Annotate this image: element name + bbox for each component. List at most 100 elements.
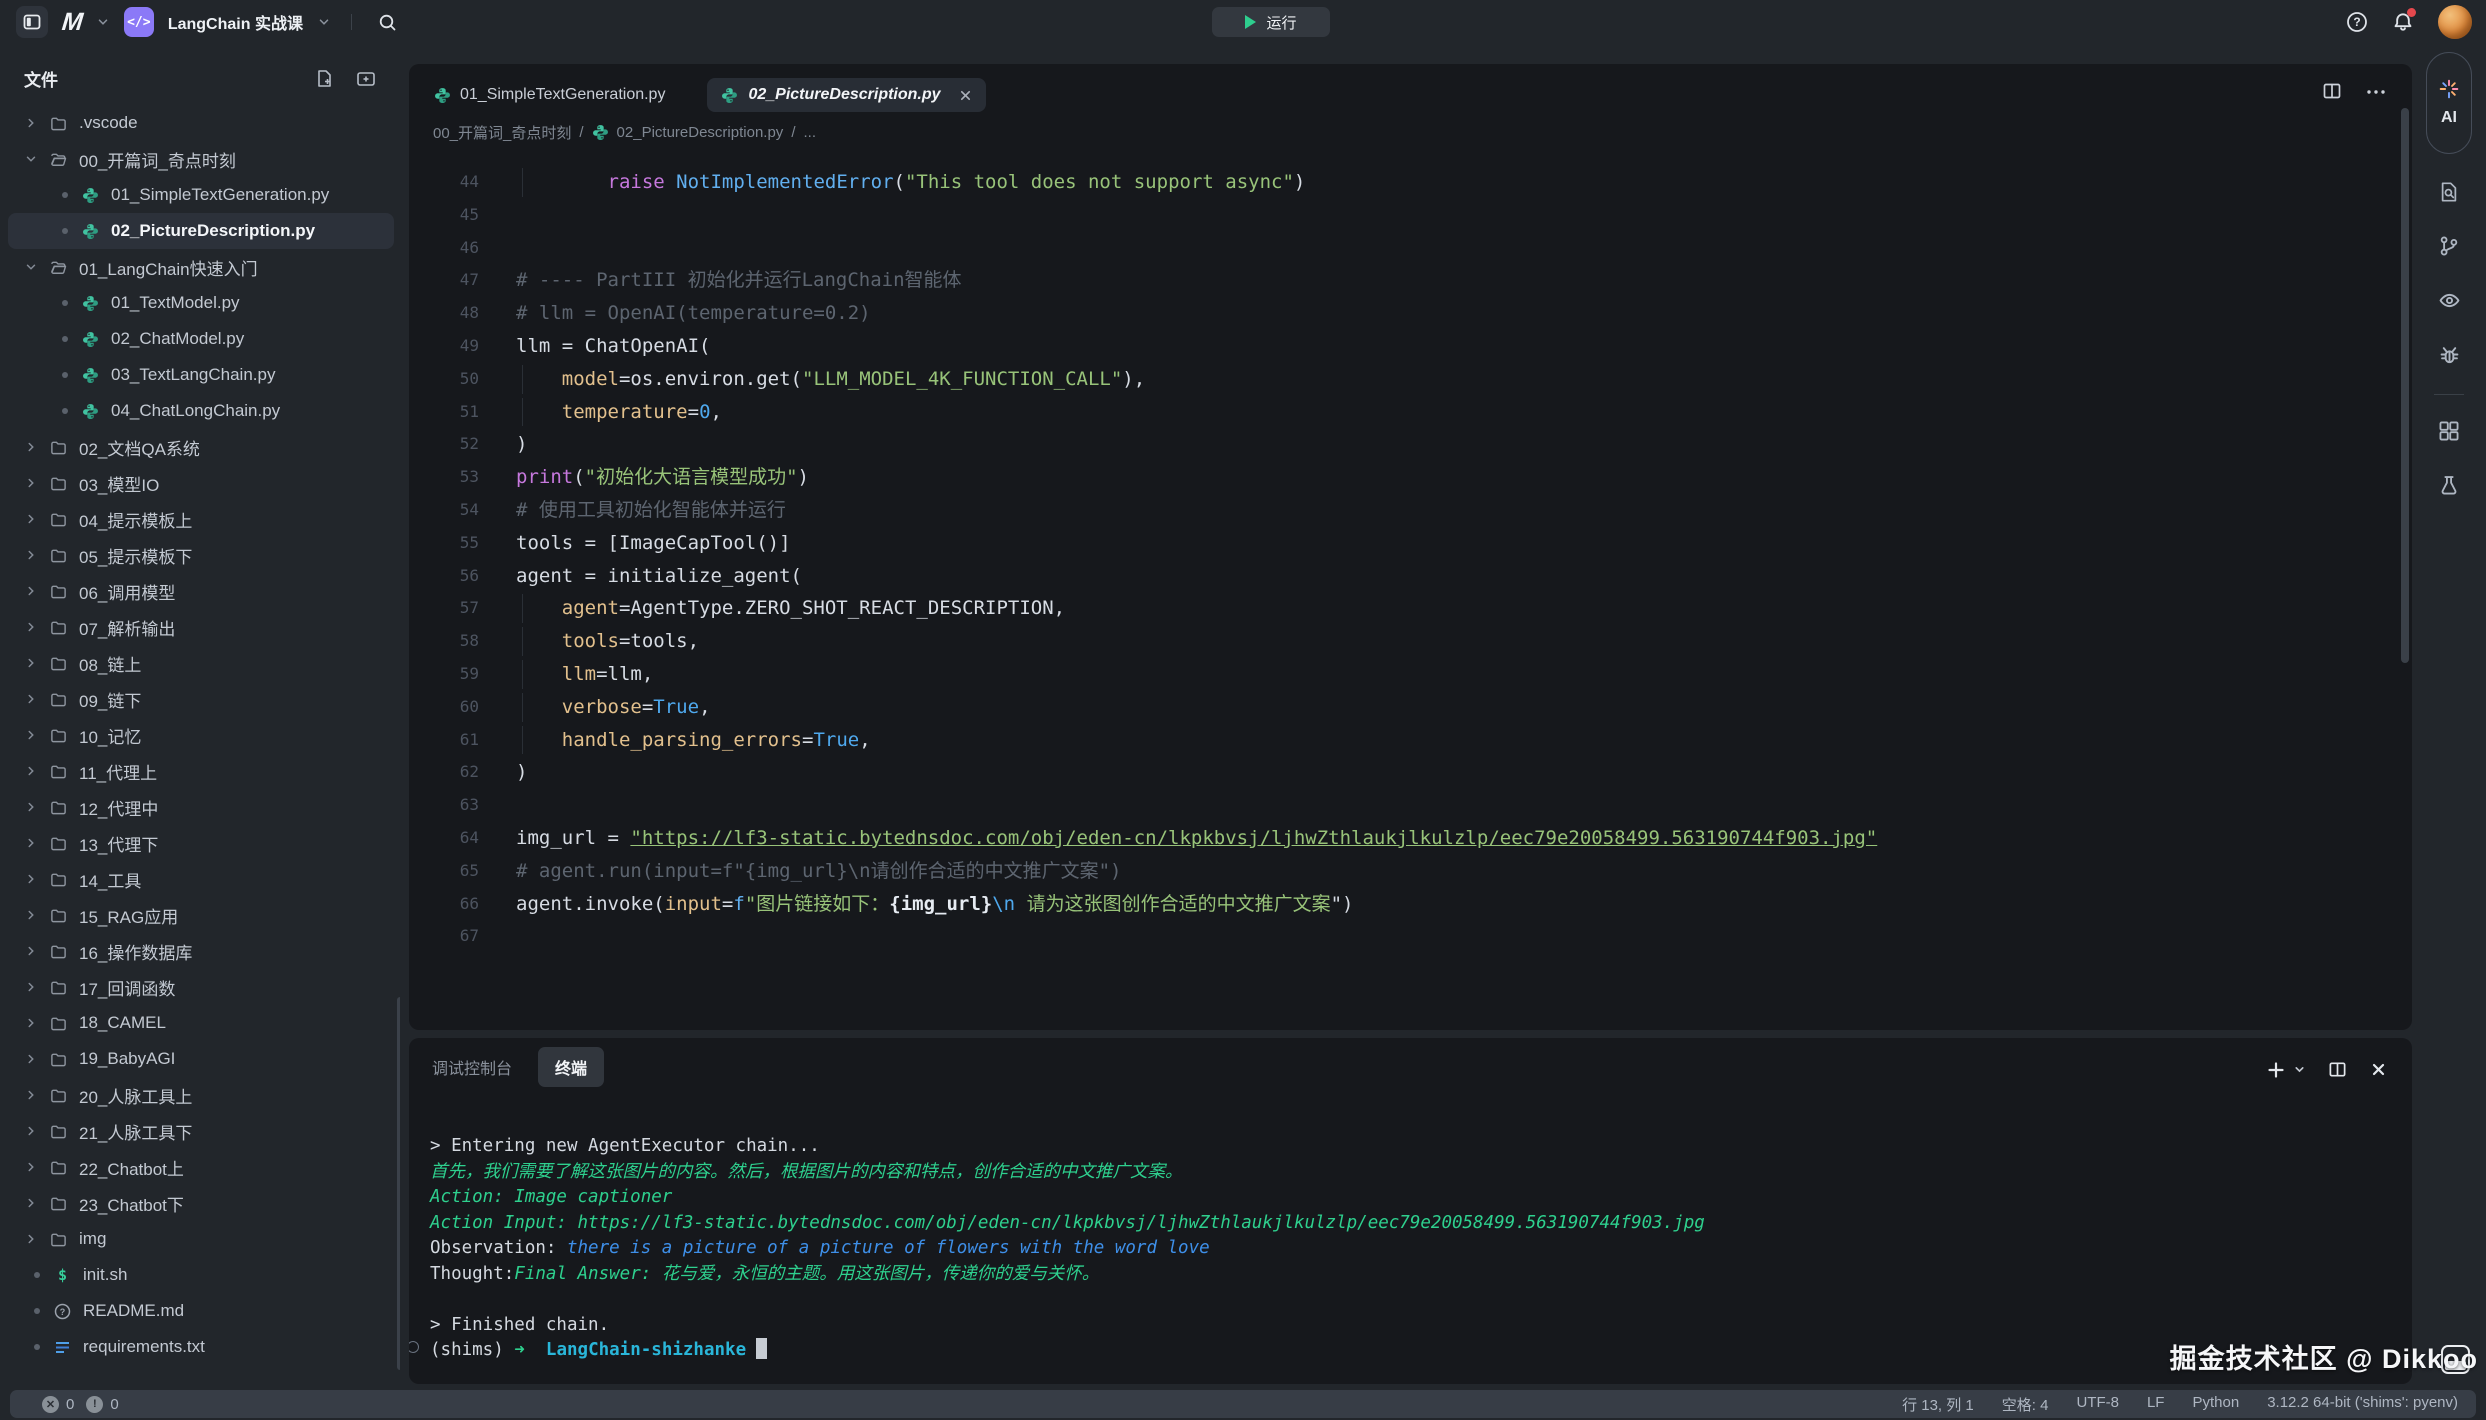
avatar[interactable] — [2438, 5, 2472, 39]
line-number[interactable]: 58 — [409, 625, 479, 658]
breadcrumb-folder[interactable]: 00_开篇词_奇点时刻 — [433, 122, 571, 143]
line-number[interactable]: 62 — [409, 756, 479, 789]
tree-folder[interactable]: 20_人脉工具上 — [0, 1077, 394, 1113]
tree-folder[interactable]: 18_CAMEL — [0, 1005, 394, 1041]
line-number[interactable]: 63 — [409, 789, 479, 822]
chevron-down-icon[interactable] — [317, 15, 331, 29]
notifications-button[interactable] — [2392, 11, 2414, 33]
tree-folder[interactable]: 09_链下 — [0, 681, 394, 717]
problems-errors[interactable]: ✕ 0 — [42, 1396, 74, 1413]
line-number[interactable]: 60 — [409, 691, 479, 724]
tree-folder[interactable]: 05_提示模板下 — [0, 537, 394, 573]
lab-button[interactable] — [2429, 465, 2469, 505]
line-number[interactable]: 64 — [409, 822, 479, 855]
code-area[interactable]: 44 raise NotImplementedError("This tool … — [409, 166, 2396, 953]
project-name[interactable]: LangChain 实战课 — [168, 10, 303, 34]
close-icon[interactable] — [959, 89, 972, 102]
tree-file[interactable]: 04_ChatLongChain.py — [0, 393, 394, 429]
line-number[interactable]: 49 — [409, 330, 479, 363]
status-item[interactable]: 3.12.2 64-bit ('shims': pyenv) — [2267, 1394, 2458, 1415]
split-editor-button[interactable] — [2322, 81, 2342, 101]
tree-file[interactable]: 02_ChatModel.py — [0, 321, 394, 357]
sidebar-toggle-button[interactable] — [16, 6, 48, 38]
tree-folder[interactable]: 12_代理中 — [0, 789, 394, 825]
breadcrumb-more[interactable]: ... — [803, 124, 816, 141]
status-item[interactable]: 行 13, 列 1 — [1902, 1394, 1974, 1415]
line-number[interactable]: 65 — [409, 855, 479, 888]
search-files-button[interactable] — [2429, 172, 2469, 212]
tree-file[interactable]: 01_TextModel.py — [0, 285, 394, 321]
tree-folder[interactable]: 10_记忆 — [0, 717, 394, 753]
close-panel-button[interactable] — [2371, 1062, 2386, 1077]
line-number[interactable]: 53 — [409, 461, 479, 494]
tree-file[interactable]: $init.sh — [0, 1257, 394, 1293]
line-number[interactable]: 67 — [409, 920, 479, 953]
preview-button[interactable] — [2429, 280, 2469, 320]
tree-file[interactable]: ?README.md — [0, 1293, 394, 1329]
terminal-dropdown-button[interactable] — [2293, 1063, 2306, 1076]
line-number[interactable]: 45 — [409, 199, 479, 232]
tree-folder[interactable]: 22_Chatbot上 — [0, 1149, 394, 1185]
ai-assistant-button[interactable]: AI — [2426, 52, 2472, 154]
tree-file[interactable]: 02_PictureDescription.py — [8, 213, 394, 249]
status-item[interactable]: Python — [2192, 1394, 2239, 1415]
tree-folder[interactable]: 23_Chatbot下 — [0, 1185, 394, 1221]
tree-folder[interactable]: 04_提示模板上 — [0, 501, 394, 537]
debug-button[interactable] — [2429, 334, 2469, 374]
status-item[interactable]: UTF-8 — [2076, 1394, 2119, 1415]
new-terminal-button[interactable] — [2267, 1061, 2285, 1079]
editor-more-button[interactable] — [2366, 88, 2386, 96]
explorer-scrollbar[interactable] — [397, 997, 400, 1370]
tree-file[interactable]: requirements.txt — [0, 1329, 394, 1365]
tree-folder[interactable]: 02_文档QA系统 — [0, 429, 394, 465]
tree-folder[interactable]: 13_代理下 — [0, 825, 394, 861]
new-file-button[interactable] — [315, 69, 334, 88]
editor-scrollbar[interactable] — [2401, 108, 2409, 663]
chevron-down-icon[interactable] — [96, 15, 110, 29]
tree-folder[interactable]: 16_操作数据库 — [0, 933, 394, 969]
search-button[interactable] — [372, 6, 404, 38]
panel-tab[interactable]: 调试控制台 — [432, 1055, 512, 1079]
line-number[interactable]: 55 — [409, 527, 479, 560]
split-terminal-button[interactable] — [2328, 1060, 2347, 1079]
tree-folder[interactable]: img — [0, 1221, 394, 1257]
line-number[interactable]: 46 — [409, 232, 479, 265]
line-number[interactable]: 66 — [409, 888, 479, 921]
extensions-button[interactable] — [2429, 411, 2469, 451]
breadcrumb[interactable]: 00_开篇词_奇点时刻 / 02_PictureDescription.py /… — [409, 116, 2412, 143]
status-item[interactable]: LF — [2147, 1394, 2165, 1415]
run-button[interactable]: 运行 — [1212, 7, 1330, 37]
tree-folder[interactable]: 07_解析输出 — [0, 609, 394, 645]
line-number[interactable]: 44 — [409, 166, 479, 199]
status-item[interactable]: 空格: 4 — [2002, 1394, 2049, 1415]
tree-folder[interactable]: 03_模型IO — [0, 465, 394, 501]
new-folder-button[interactable] — [356, 69, 376, 88]
tree-folder[interactable]: .vscode — [0, 105, 394, 141]
tree-folder[interactable]: 19_BabyAGI — [0, 1041, 394, 1077]
marscode-logo[interactable]: M — [60, 8, 83, 37]
line-number[interactable]: 56 — [409, 560, 479, 593]
tree-file[interactable]: 01_SimpleTextGeneration.py — [0, 177, 394, 213]
help-button[interactable]: ? — [2346, 11, 2368, 33]
line-number[interactable]: 48 — [409, 297, 479, 330]
line-number[interactable]: 52 — [409, 428, 479, 461]
line-number[interactable]: 54 — [409, 494, 479, 527]
editor-tab[interactable]: 02_PictureDescription.py — [707, 78, 985, 112]
tree-folder[interactable]: 17_回调函数 — [0, 969, 394, 1005]
editor-tab[interactable]: 01_SimpleTextGeneration.py — [430, 78, 669, 112]
close-tab-button[interactable] — [959, 89, 972, 102]
tree-folder[interactable]: 15_RAG应用 — [0, 897, 394, 933]
tree-folder[interactable]: 08_链上 — [0, 645, 394, 681]
source-control-button[interactable] — [2429, 226, 2469, 266]
line-number[interactable]: 57 — [409, 592, 479, 625]
tree-folder[interactable]: 21_人脉工具下 — [0, 1113, 394, 1149]
tree-folder[interactable]: 06_调用模型 — [0, 573, 394, 609]
tree-folder[interactable]: 01_LangChain快速入门 — [0, 249, 394, 285]
line-number[interactable]: 51 — [409, 396, 479, 429]
tree-folder[interactable]: 00_开篇词_奇点时刻 — [0, 141, 394, 177]
tree-folder[interactable]: 11_代理上 — [0, 753, 394, 789]
line-number[interactable]: 61 — [409, 724, 479, 757]
panel-tab[interactable]: 终端 — [538, 1047, 604, 1087]
line-number[interactable]: 50 — [409, 363, 479, 396]
line-number[interactable]: 47 — [409, 264, 479, 297]
